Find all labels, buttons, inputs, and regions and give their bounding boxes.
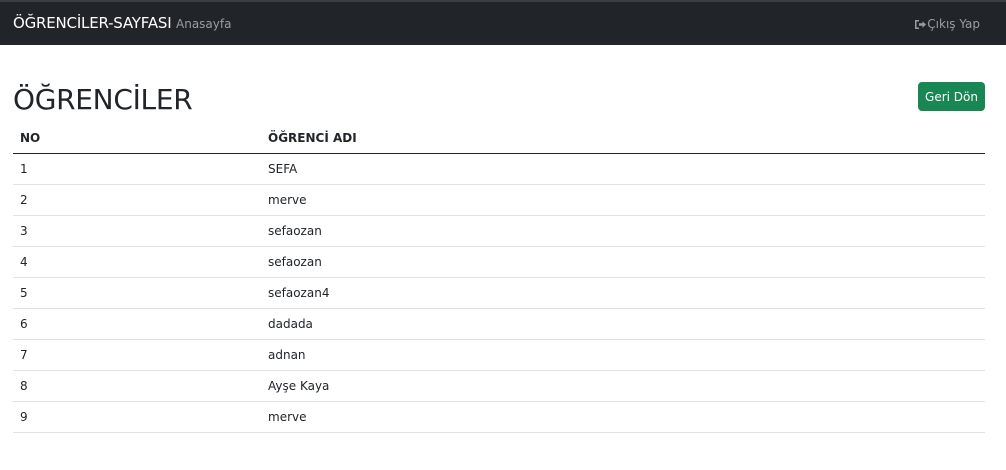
nav-link-home[interactable]: Anasayfa — [176, 17, 231, 31]
logout-label: Çıkış Yap — [927, 17, 980, 31]
table-row: 1 SEFA — [13, 153, 985, 185]
table-row: 8 Ayşe Kaya — [13, 370, 985, 402]
cell-student-name: merve — [261, 401, 985, 433]
cell-no: 1 — [13, 153, 261, 185]
cell-no: 3 — [13, 215, 261, 247]
table-row: 3 sefaozan — [13, 215, 985, 247]
cell-student-name: adnan — [261, 339, 985, 371]
cell-student-name: sefaozan — [261, 246, 985, 278]
cell-no: 2 — [13, 184, 261, 216]
cell-student-name: Ayşe Kaya — [261, 370, 985, 402]
sign-out-icon — [915, 19, 927, 29]
navbar: ÖĞRENCİLER-SAYFASI Anasayfa Çıkış Yap — [0, 0, 1006, 45]
table-row: 7 adnan — [13, 339, 985, 371]
cell-student-name: sefaozan — [261, 215, 985, 247]
table-row: 9 merve — [13, 401, 985, 433]
page-title: ÖĞRENCİLER — [13, 83, 193, 116]
cell-no: 9 — [13, 401, 261, 433]
table-row: 6 dadada — [13, 308, 985, 340]
cell-student-name: dadada — [261, 308, 985, 340]
cell-student-name: merve — [261, 184, 985, 216]
table-row: 5 sefaozan4 — [13, 277, 985, 309]
back-button[interactable]: Geri Dön — [918, 82, 985, 111]
cell-no: 4 — [13, 246, 261, 278]
cell-no: 5 — [13, 277, 261, 309]
logout-link[interactable]: Çıkış Yap — [914, 17, 980, 31]
column-header-no: NO — [13, 123, 261, 154]
cell-student-name: sefaozan4 — [261, 277, 985, 309]
cell-student-name: SEFA — [261, 153, 985, 185]
cell-no: 8 — [13, 370, 261, 402]
cell-no: 6 — [13, 308, 261, 340]
table-header-row: NO ÖĞRENCİ ADI — [13, 123, 985, 154]
column-header-name: ÖĞRENCİ ADI — [261, 123, 985, 154]
table-row: 2 merve — [13, 184, 985, 216]
students-table: NO ÖĞRENCİ ADI 1 SEFA 2 merve 3 sefaozan… — [13, 123, 985, 433]
navbar-brand[interactable]: ÖĞRENCİLER-SAYFASI — [13, 14, 172, 32]
cell-no: 7 — [13, 339, 261, 371]
table-row: 4 sefaozan — [13, 246, 985, 278]
